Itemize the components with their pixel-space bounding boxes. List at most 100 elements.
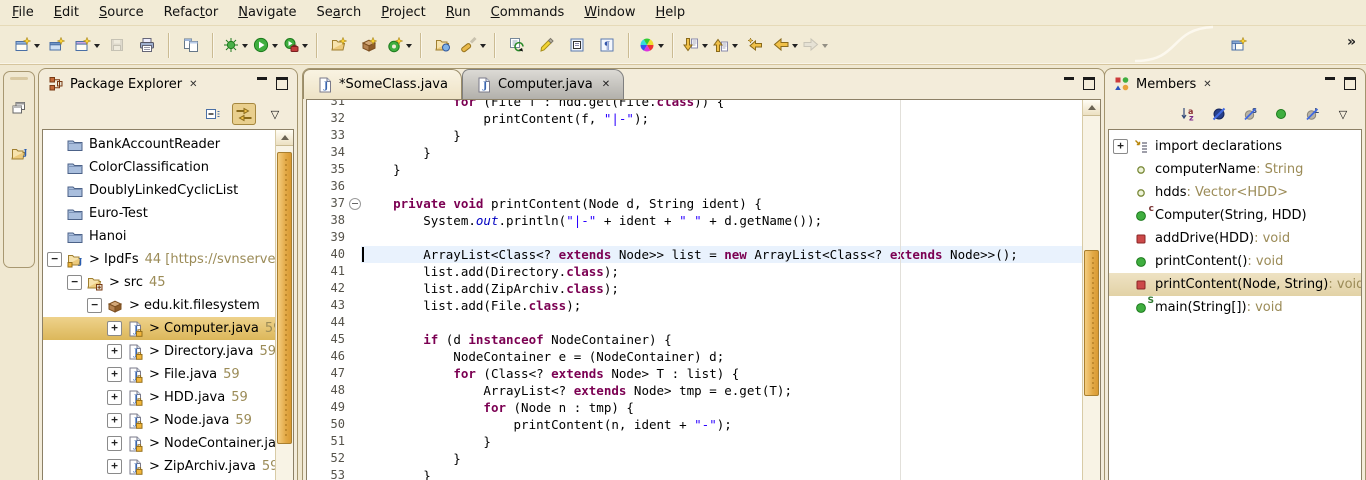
toolbar-overflow-chevron[interactable]: » [1347, 34, 1356, 50]
tree-item-src[interactable]: −> src45 [43, 271, 293, 294]
prev-annotation-button[interactable] [710, 32, 740, 58]
tree-item-ipdfs[interactable]: −J> IpdFs44 [https://svnserver.i [43, 248, 293, 271]
dropdown-arrow-icon[interactable] [406, 44, 412, 51]
team-sync-button[interactable] [176, 32, 206, 58]
close-icon[interactable]: ✕ [602, 79, 610, 90]
code-pane[interactable]: for (File f : hdd.get(File.class)) { pri… [361, 100, 1083, 480]
link-with-editor-button[interactable] [232, 103, 256, 125]
member-computer-string-hdd[interactable]: cComputer(String, HDD) [1109, 204, 1361, 227]
search-button[interactable] [458, 32, 488, 58]
run-button[interactable] [250, 32, 280, 58]
fold-collapse-icon[interactable] [349, 198, 361, 210]
scroll-up-button[interactable] [276, 130, 293, 146]
menu-commands[interactable]: Commands [481, 1, 575, 24]
member-computername[interactable]: computerName : String [1109, 158, 1361, 181]
color-wheel-button[interactable] [636, 32, 666, 58]
member-printcontent-node-string[interactable]: printContent(Node, String) : void [1109, 273, 1361, 296]
dropdown-arrow-icon[interactable] [302, 44, 308, 51]
show-public-button[interactable] [1269, 103, 1293, 125]
scrollbar-thumb[interactable] [1084, 250, 1099, 396]
menu-edit[interactable]: Edit [44, 1, 89, 24]
expander-minus-icon[interactable]: − [67, 275, 82, 290]
run-external-button[interactable] [280, 32, 310, 58]
print-button[interactable] [132, 32, 162, 58]
new-wizard-button[interactable] [72, 32, 102, 58]
menu-refactor[interactable]: Refactor [154, 1, 229, 24]
fast-view-handle[interactable] [10, 77, 28, 80]
minimize-icon[interactable] [1325, 77, 1335, 86]
menu-help[interactable]: Help [646, 1, 696, 24]
expander-plus-icon[interactable]: + [1113, 139, 1128, 154]
members-header[interactable]: Members ✕ [1105, 69, 1365, 99]
dropdown-arrow-icon[interactable] [94, 44, 100, 51]
members-list[interactable]: +import declarationscomputerName : Strin… [1108, 129, 1362, 480]
tree-item-computer-java[interactable]: +J> Computer.java59 [43, 317, 293, 340]
menu-project[interactable]: Project [371, 1, 436, 24]
hide-fields-button[interactable] [1207, 103, 1231, 125]
expander-plus-icon[interactable]: + [107, 459, 122, 474]
new-java-project-button[interactable] [324, 32, 354, 58]
expander-plus-icon[interactable]: + [107, 390, 122, 405]
minimize-icon[interactable] [257, 77, 267, 86]
tree-item-edu-kit-filesystem[interactable]: −> edu.kit.filesystem [43, 294, 293, 317]
new-class-button[interactable] [384, 32, 414, 58]
mark-occurrences-button[interactable] [562, 32, 592, 58]
maximize-icon[interactable] [1083, 77, 1095, 90]
code-editor[interactable]: 3132333435363738394041424344454647484950… [306, 99, 1101, 480]
last-edit-location-button[interactable] [740, 32, 770, 58]
maximize-icon[interactable] [276, 77, 288, 90]
new-package-button[interactable] [354, 32, 384, 58]
close-icon[interactable]: ✕ [189, 79, 197, 90]
member-main-string[interactable]: Smain(String[]) : void [1109, 296, 1361, 319]
menu-navigate[interactable]: Navigate [228, 1, 306, 24]
tree-item-euro-test[interactable]: Euro-Test [43, 202, 293, 225]
vertical-scrollbar[interactable] [275, 130, 293, 480]
expander-plus-icon[interactable]: + [107, 367, 122, 382]
dropdown-arrow-icon[interactable] [822, 44, 828, 51]
member-printcontent[interactable]: printContent() : void [1109, 250, 1361, 273]
tree-item-hdd-java[interactable]: +J> HDD.java59 [43, 386, 293, 409]
menu-file[interactable]: File [2, 1, 44, 24]
dropdown-arrow-icon[interactable] [792, 44, 798, 51]
tree-item-hanoi[interactable]: Hanoi [43, 225, 293, 248]
expander-plus-icon[interactable]: + [107, 321, 122, 336]
menu-search[interactable]: Search [307, 1, 372, 24]
maximize-icon[interactable] [1344, 77, 1356, 90]
tree-item-file-java[interactable]: +J> File.java59 [43, 363, 293, 386]
tree-item-colorclassification[interactable]: ColorClassification [43, 156, 293, 179]
dropdown-arrow-icon[interactable] [272, 44, 278, 51]
expander-plus-icon[interactable]: + [107, 344, 122, 359]
member-adddrive-hdd[interactable]: addDrive(HDD) : void [1109, 227, 1361, 250]
open-type-button[interactable] [428, 32, 458, 58]
debug-button[interactable] [220, 32, 250, 58]
scroll-up-button[interactable] [1083, 100, 1100, 116]
package-explorer-header[interactable]: Package Explorer ✕ [39, 69, 297, 99]
sort-button[interactable]: az [1176, 103, 1200, 125]
menu-window[interactable]: Window [574, 1, 645, 24]
tree-item-nodecontainer-java[interactable]: +J> NodeContainer.java59 [43, 432, 293, 455]
dropdown-arrow-icon[interactable] [480, 44, 486, 51]
tree-item-node-java[interactable]: +J> Node.java59 [43, 409, 293, 432]
member-import-declarations[interactable]: +import declarations [1109, 135, 1361, 158]
dropdown-arrow-icon[interactable] [242, 44, 248, 51]
menu-source[interactable]: Source [89, 1, 154, 24]
hide-static-button[interactable]: S [1238, 103, 1262, 125]
dropdown-arrow-icon[interactable] [34, 44, 40, 51]
tree-item-doublylinkedcycliclist[interactable]: DoublyLinkedCyclicList [43, 179, 293, 202]
collapse-all-button[interactable] [201, 103, 225, 125]
java-browsing-perspective-button[interactable]: J [7, 142, 31, 166]
vertical-scrollbar[interactable] [1082, 100, 1100, 480]
next-annotation-button[interactable] [680, 32, 710, 58]
tree-item-bankaccountreader[interactable]: BankAccountReader [43, 133, 293, 156]
hide-local-types-button[interactable]: L [1300, 103, 1324, 125]
expander-plus-icon[interactable]: + [107, 413, 122, 428]
view-menu-button[interactable]: ▽ [263, 103, 287, 125]
expander-minus-icon[interactable]: − [47, 252, 62, 267]
tree-item-ziparchiv-java[interactable]: +J> ZipArchiv.java59 [43, 455, 293, 478]
new-file-button[interactable] [12, 32, 42, 58]
view-menu-button[interactable]: ▽ [1331, 103, 1355, 125]
package-explorer-tree[interactable]: BankAccountReaderColorClassificationDoub… [42, 129, 294, 480]
expander-minus-icon[interactable]: − [87, 298, 102, 313]
minimize-icon[interactable] [1064, 77, 1074, 86]
editor-tab-computer-java[interactable]: JComputer.java✕ [462, 69, 624, 99]
